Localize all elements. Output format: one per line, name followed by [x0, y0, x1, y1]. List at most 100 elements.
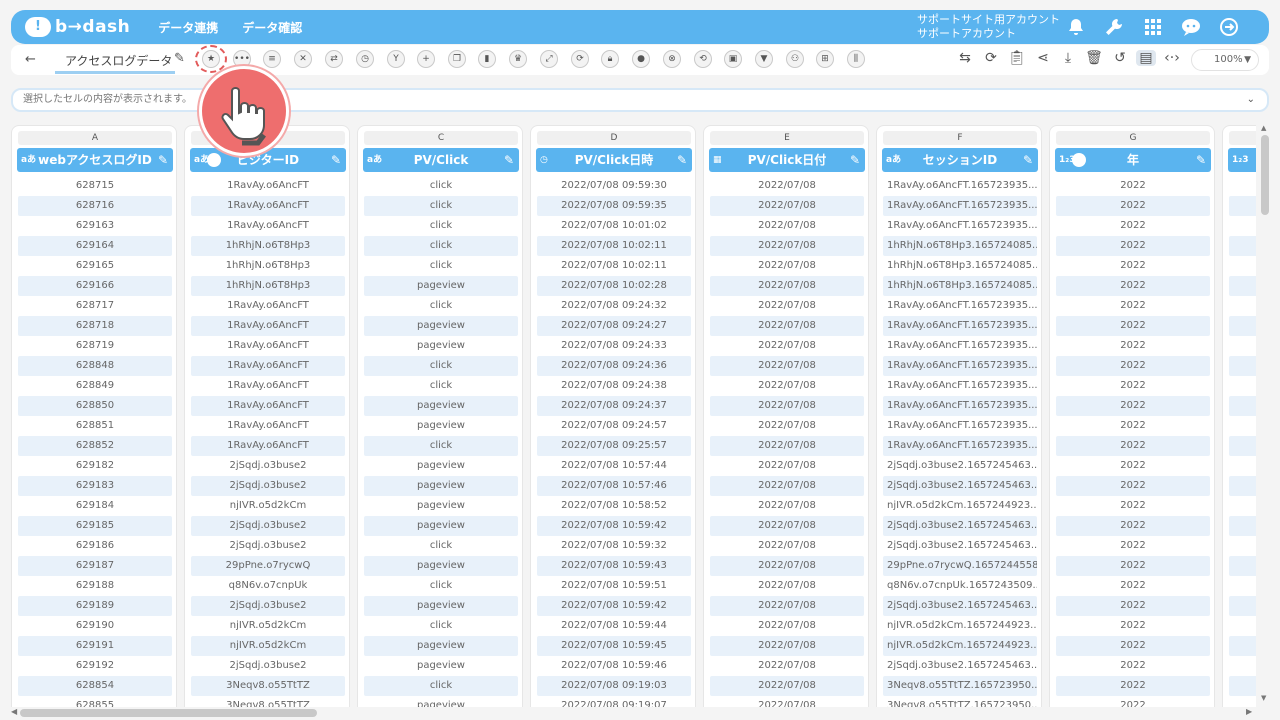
table-cell[interactable]: 1RavAy.o6AncFT	[191, 196, 345, 216]
table-cell[interactable]: 2022/07/08 09:19:07	[537, 696, 691, 707]
table-cell[interactable]: 2022	[1056, 656, 1210, 676]
column-header[interactable]: 1₂3 年 ✎	[1055, 148, 1211, 172]
table-cell[interactable]: 2022/07/08 10:59:44	[537, 616, 691, 636]
table-cell[interactable]: pageview	[364, 396, 518, 416]
table-cell[interactable]	[1229, 276, 1256, 296]
table-cell[interactable]	[1229, 676, 1256, 696]
table-cell[interactable]: pageview	[364, 496, 518, 516]
table-cell[interactable]: 628716	[18, 196, 172, 216]
edit-column-icon[interactable]: ✎	[504, 148, 514, 172]
table-cell[interactable]: 2jSqdj.o3buse2	[191, 656, 345, 676]
table-cell[interactable]: 2022	[1056, 236, 1210, 256]
table-cell[interactable]: 2022	[1056, 596, 1210, 616]
table-cell[interactable]: 2022/07/08	[710, 476, 864, 496]
table-cell[interactable]	[1229, 436, 1256, 456]
table-cell[interactable]: 2022	[1056, 316, 1210, 336]
table-cell[interactable]: 1hRhjN.o6T8Hp3	[191, 236, 345, 256]
table-cell[interactable]	[1229, 416, 1256, 436]
list-icon[interactable]: ≡	[263, 50, 281, 68]
table-cell[interactable]: 1RavAy.o6AncFT.165723935...	[883, 336, 1037, 356]
transform-icon[interactable]: ⟲	[694, 50, 712, 68]
table-cell[interactable]: 2022/07/08 10:59:32	[537, 536, 691, 556]
table-cell[interactable]: 628717	[18, 296, 172, 316]
table-cell[interactable]: 2jSqdj.o3buse2.1657245463...	[883, 596, 1037, 616]
table-cell[interactable]: 2022	[1056, 196, 1210, 216]
table-cell[interactable]: 1RavAy.o6AncFT	[191, 356, 345, 376]
table-cell[interactable]: 2022/07/08	[710, 696, 864, 707]
table-cell[interactable]: 1hRhjN.o6T8Hp3.165724085...	[883, 236, 1037, 256]
bag-icon[interactable]: ●	[632, 50, 650, 68]
table-cell[interactable]: 3Neqv8.o55TtTZ	[191, 696, 345, 707]
table-cell[interactable]: 2022/07/08	[710, 496, 864, 516]
table-cell[interactable]: 2022/07/08	[710, 196, 864, 216]
table-cell[interactable]: pageview	[364, 516, 518, 536]
table-cell[interactable]: njIVR.o5d2kCm	[191, 636, 345, 656]
delete-icon[interactable]: 🗑︎	[1084, 50, 1104, 66]
table-cell[interactable]: 2022/07/08	[710, 396, 864, 416]
table-cell[interactable]: 29pPne.o7rycwQ.1657244558...	[883, 556, 1037, 576]
clipboard-icon[interactable]: 📋︎	[1007, 50, 1027, 66]
trash-icon[interactable]: ▮	[478, 50, 496, 68]
table-cell[interactable]: 29pPne.o7rycwQ	[191, 556, 345, 576]
table-cell[interactable]: click	[364, 676, 518, 696]
filter-icon[interactable]: ▼	[755, 50, 773, 68]
table-cell[interactable]	[1229, 316, 1256, 336]
column-letter[interactable]: C	[364, 131, 518, 145]
table-cell[interactable]: click	[364, 376, 518, 396]
scroll-right-icon[interactable]: ▶	[1246, 707, 1252, 716]
table-cell[interactable]	[1229, 256, 1256, 276]
table-cell[interactable]	[1229, 636, 1256, 656]
table-cell[interactable]	[1229, 216, 1256, 236]
table-cell[interactable]: pageview	[364, 696, 518, 707]
table-cell[interactable]: 2022/07/08 09:24:33	[537, 336, 691, 356]
table-cell[interactable]	[1229, 236, 1256, 256]
share-icon[interactable]: ⋖	[1033, 50, 1053, 66]
table-cell[interactable]: 2022	[1056, 556, 1210, 576]
table-cell[interactable]: 629163	[18, 216, 172, 236]
table-cell[interactable]: 2022/07/08 10:59:43	[537, 556, 691, 576]
table-cell[interactable]: 2022/07/08 09:19:03	[537, 676, 691, 696]
table-cell[interactable]: pageview	[364, 636, 518, 656]
table-cell[interactable]: click	[364, 436, 518, 456]
code-icon[interactable]: ‹·›	[1162, 50, 1182, 66]
table-cell[interactable]: 629185	[18, 516, 172, 536]
table-cell[interactable]: click	[364, 356, 518, 376]
wrench-icon[interactable]	[1104, 17, 1124, 37]
branch-icon[interactable]: Y	[387, 50, 405, 68]
app-logo[interactable]: ! b→dash	[25, 17, 130, 37]
table-cell[interactable]: 2022/07/08	[710, 316, 864, 336]
table-cell[interactable]: 2022/07/08	[710, 456, 864, 476]
table-cell[interactable]: 1RavAy.o6AncFT.165723935...	[883, 196, 1037, 216]
table-cell[interactable]: 2022/07/08	[710, 216, 864, 236]
table-cell[interactable]: 629165	[18, 256, 172, 276]
table-cell[interactable]: 2022/07/08	[710, 336, 864, 356]
cancel-icon[interactable]: ⊗	[663, 50, 681, 68]
column-header[interactable]: ◷ PV/Click日時 ✎	[536, 148, 692, 172]
table-cell[interactable]: 2022/07/08 09:24:32	[537, 296, 691, 316]
table-cell[interactable]: 628848	[18, 356, 172, 376]
horizontal-scroll-thumb[interactable]	[20, 709, 317, 717]
table-cell[interactable]: 2022/07/08 10:59:42	[537, 596, 691, 616]
table-cell[interactable]: njIVR.o5d2kCm.1657244923...	[883, 496, 1037, 516]
table-cell[interactable]	[1229, 496, 1256, 516]
table-cell[interactable]: 3Neqv8.o55TtTZ.165723950...	[883, 696, 1037, 707]
table-cell[interactable]: click	[364, 216, 518, 236]
grid-icon[interactable]: ⊞	[816, 50, 834, 68]
table-cell[interactable]: 2022/07/08	[710, 536, 864, 556]
table-cell[interactable]: 2022/07/08	[710, 636, 864, 656]
account-info[interactable]: サポートサイト用アカウント サポートアカウント	[917, 13, 1060, 41]
table-cell[interactable]: 628718	[18, 316, 172, 336]
table-cell[interactable]: 2022	[1056, 336, 1210, 356]
refresh-icon[interactable]: ⟳	[571, 50, 589, 68]
square-icon[interactable]: ▣	[724, 50, 742, 68]
table-cell[interactable]	[1229, 396, 1256, 416]
column-letter[interactable]: A	[18, 131, 172, 145]
table-cell[interactable]: 2022	[1056, 416, 1210, 436]
table-cell[interactable]: 629182	[18, 456, 172, 476]
table-cell[interactable]: 629189	[18, 596, 172, 616]
table-cell[interactable]: 2022/07/08	[710, 296, 864, 316]
table-cell[interactable]	[1229, 176, 1256, 196]
edit-column-icon[interactable]: ✎	[331, 148, 341, 172]
scroll-down-icon[interactable]: ▼	[1261, 694, 1266, 702]
table-cell[interactable]: 2022/07/08	[710, 256, 864, 276]
